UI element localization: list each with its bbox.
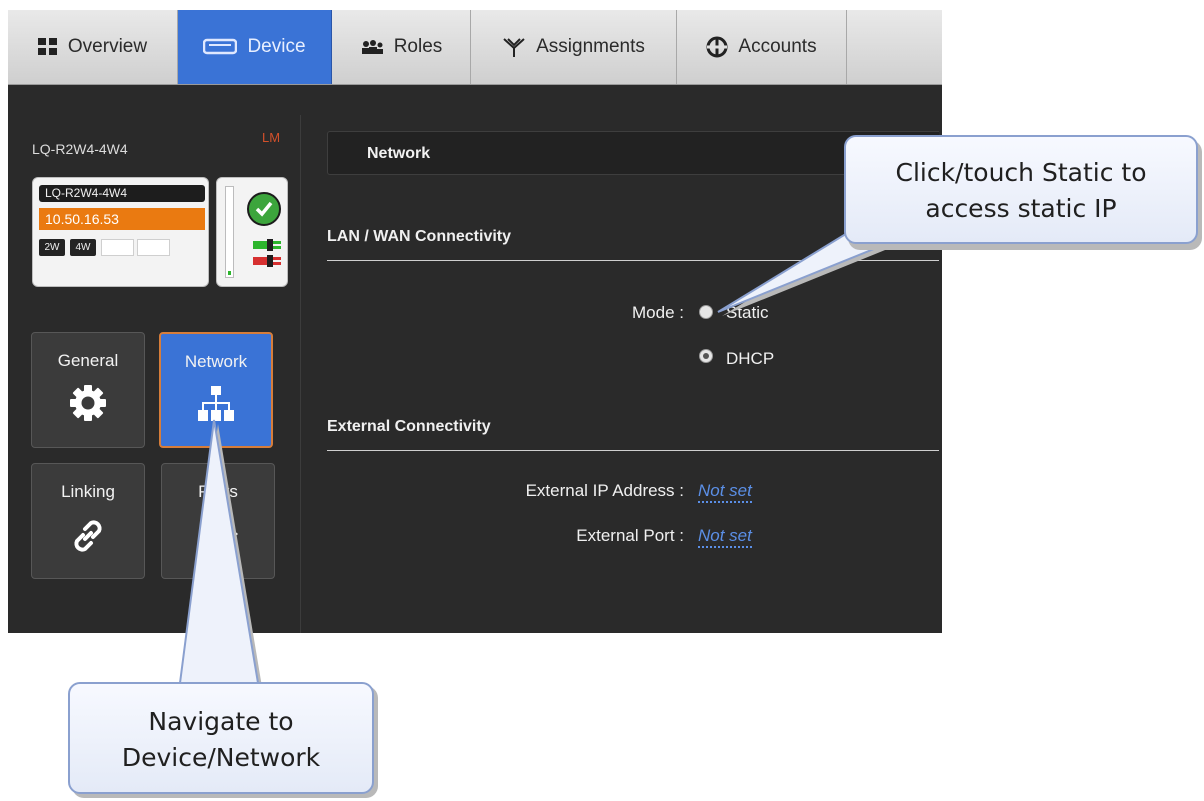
callout-nav-line1: Navigate to [148, 707, 294, 736]
callout-static-line1: Click/touch Static to [895, 158, 1147, 187]
callout-navigate-hint: Navigate to Device/Network [68, 682, 374, 794]
callout-static-hint: Click/touch Static to access static IP [844, 135, 1198, 244]
callout-nav-line2: Device/Network [121, 743, 321, 772]
callout-pointers [178, 216, 900, 687]
callout-static-line2: access static IP [925, 194, 1117, 223]
